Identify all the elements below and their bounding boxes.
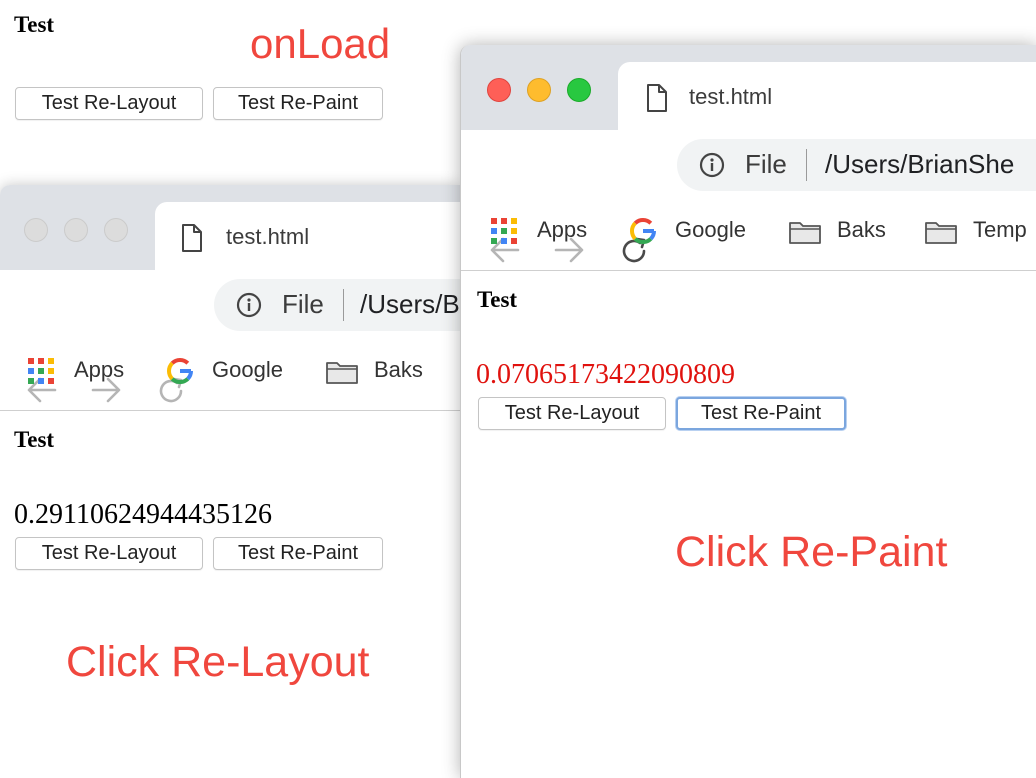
address-path: /Users/B [360,289,460,319]
minimize-window-button[interactable] [64,218,88,242]
address-bar[interactable]: File /Users/BrianShe [677,139,1036,191]
file-icon [182,224,202,252]
annotation-click-repaint: Click Re-Paint [675,528,948,576]
tab-title: test.html [689,84,773,109]
tab-title: test.html [226,224,310,249]
test-repaint-button[interactable]: Test Re-Paint [213,537,383,570]
info-icon[interactable] [236,292,262,318]
zoom-window-button[interactable] [104,218,128,242]
annotation-click-relayout: Click Re-Layout [66,638,370,686]
address-bar[interactable]: File /Users/B [214,279,460,331]
address-path: /Users/BrianShe [825,149,1015,179]
bookmark-google[interactable]: Google [675,217,746,243]
apps-grid-icon [491,218,517,244]
google-g-icon [167,358,193,384]
page-heading: Test [477,287,518,312]
bookmark-temp[interactable]: Temp [973,217,1027,243]
tab-strip: test.html [461,45,1036,130]
bookmark-apps[interactable]: Apps [74,357,124,383]
annotation-onload: onLoad [250,20,391,67]
address-separator [343,289,344,321]
bookmark-apps[interactable]: Apps [537,217,587,243]
address-separator [806,149,807,181]
page-heading: Test [14,427,55,452]
tab-test-html[interactable]: test.html [155,202,460,270]
google-g-icon [630,218,656,244]
close-window-button[interactable] [24,218,48,242]
folder-icon [789,222,821,244]
bookmark-baks[interactable]: Baks [374,357,423,383]
folder-icon [925,222,957,244]
random-value: 0.29110624944435126 [14,499,272,530]
file-icon [647,84,667,112]
test-repaint-button[interactable]: Test Re-Paint [676,397,846,430]
minimize-window-button[interactable] [527,78,551,102]
tab-strip: test.html [0,185,460,270]
zoom-window-button[interactable] [567,78,591,102]
browser-window-relayout: test.html File /Users/B Apps Google Baks… [0,185,460,778]
test-relayout-button[interactable]: Test Re-Layout [15,537,203,570]
page-heading: Test [14,12,55,37]
apps-grid-icon [28,358,54,384]
info-icon[interactable] [699,152,725,178]
test-relayout-button[interactable]: Test Re-Layout [15,87,203,120]
address-scheme: File [282,289,324,319]
address-scheme: File [745,149,787,179]
bookmark-baks[interactable]: Baks [837,217,886,243]
tab-test-html[interactable]: test.html [618,62,1036,130]
close-window-button[interactable] [487,78,511,102]
random-value: 0.07065173422090809 [476,359,735,390]
test-relayout-button[interactable]: Test Re-Layout [478,397,666,430]
test-repaint-button[interactable]: Test Re-Paint [213,87,383,120]
browser-window-repaint: test.html File /Users/BrianShe Apps Goog… [460,45,1036,778]
bookmark-google[interactable]: Google [212,357,283,383]
folder-icon [326,362,358,384]
